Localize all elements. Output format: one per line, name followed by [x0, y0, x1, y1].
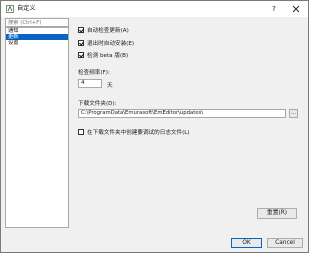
ok-button[interactable]: OK: [231, 238, 262, 248]
auto-check-row[interactable]: 自动检查更新(A): [78, 26, 129, 34]
debug-log-row[interactable]: 在下载文件夹中创建要调试的日志文件(L): [78, 128, 190, 136]
download-folder-input[interactable]: C:\ProgramData\Emurasoft\EmEditor\update…: [78, 109, 286, 118]
auto-install-row[interactable]: 退出时自动安装(E): [78, 39, 134, 47]
search-input[interactable]: [5, 18, 69, 27]
sidebar-item-settings[interactable]: 设置: [6, 40, 68, 46]
check-beta-label: 检测 beta 版(B): [87, 53, 129, 59]
debug-log-checkbox[interactable]: [78, 129, 84, 135]
window-title: 自定义: [17, 5, 36, 12]
reset-button[interactable]: 重置(R): [257, 208, 297, 219]
auto-install-checkbox[interactable]: [78, 40, 84, 46]
auto-install-label: 退出时自动安装(E): [87, 41, 135, 47]
auto-check-checkbox[interactable]: [78, 27, 84, 33]
download-folder-label: 下载文件夹(D):: [78, 101, 117, 107]
browse-button[interactable]: ...: [289, 109, 298, 118]
check-beta-row[interactable]: 检测 beta 版(B): [78, 51, 128, 59]
category-list: 通知 更新 设置: [5, 27, 69, 228]
emeditor-app-icon: [6, 5, 14, 13]
title-bar: 自定义 ?: [1, 1, 308, 17]
close-icon[interactable]: [290, 4, 302, 14]
cancel-button[interactable]: Cancel: [267, 238, 303, 248]
frequency-label: 检查频率(F):: [78, 70, 110, 76]
auto-check-label: 自动检查更新(A): [87, 28, 129, 34]
frequency-input[interactable]: 4: [78, 79, 102, 88]
check-beta-checkbox[interactable]: [78, 52, 84, 58]
debug-log-label: 在下载文件夹中创建要调试的日志文件(L): [87, 130, 190, 136]
help-button[interactable]: ?: [268, 4, 280, 14]
customize-dialog: 自定义 ? 通知 更新 设置 自动检查更新(A) 退出时自动安装(E) 检测 b…: [0, 0, 309, 253]
frequency-unit: 天: [107, 83, 113, 89]
